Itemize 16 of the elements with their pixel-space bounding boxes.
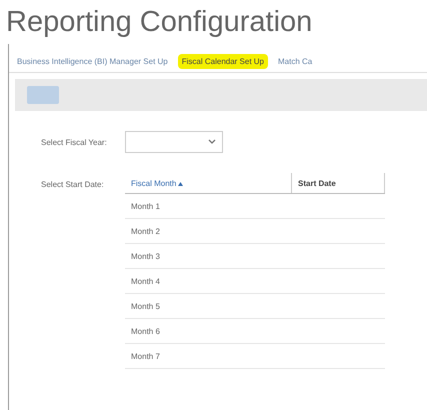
table-cell: Month 5 bbox=[125, 294, 292, 318]
fiscal-year-dropdown[interactable] bbox=[125, 131, 223, 153]
chevron-down-icon bbox=[208, 139, 216, 145]
table-cell: Month 3 bbox=[125, 244, 292, 268]
page-title: Reporting Configuration bbox=[5, 5, 314, 40]
table-cell: Month 4 bbox=[125, 268, 292, 294]
table-cell: Month 6 bbox=[125, 318, 292, 344]
toolbar-button[interactable] bbox=[27, 86, 59, 104]
table-cell: Month 2 bbox=[125, 218, 292, 244]
column-header[interactable]: Fiscal Month bbox=[125, 173, 292, 194]
column-header[interactable]: Start Date bbox=[292, 173, 384, 194]
table-cell: Month 1 bbox=[125, 194, 292, 218]
field-label: Select Start Date: bbox=[40, 179, 105, 189]
tab[interactable]: Fiscal Calendar Set Up bbox=[178, 54, 268, 68]
field-label: Select Fiscal Year: bbox=[40, 138, 108, 146]
table-cell: Month 7 bbox=[125, 344, 292, 368]
